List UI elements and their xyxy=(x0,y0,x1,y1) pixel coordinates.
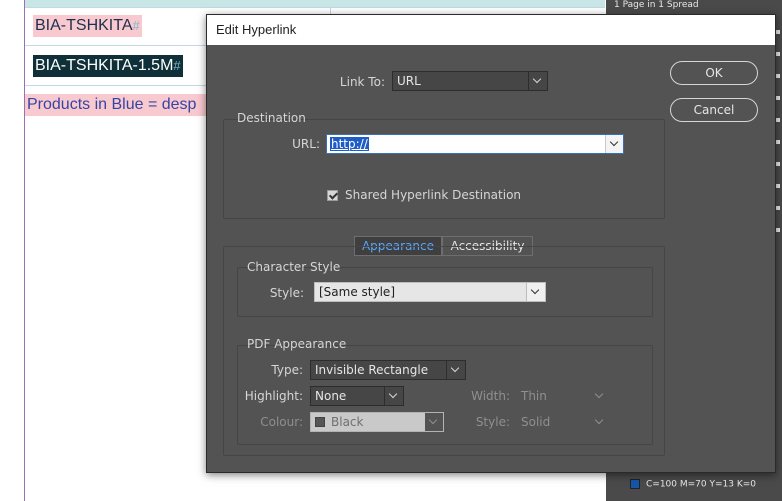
colour-label: Colour: xyxy=(260,415,303,429)
page-margin-guide xyxy=(24,0,25,501)
cancel-button[interactable]: Cancel xyxy=(670,98,758,122)
character-style-value: [Same style] xyxy=(319,285,395,299)
highlight-label: Highlight: xyxy=(244,389,303,403)
cell-text: BIA-TSHKITA xyxy=(35,17,133,34)
pages-panel-status: 1 Page in 1 Spread xyxy=(614,0,699,10)
chevron-down-icon xyxy=(446,361,465,379)
colour-dropdown[interactable]: Black xyxy=(310,412,444,432)
note-text: Products in Blue = desp xyxy=(27,96,197,113)
character-style-dropdown[interactable]: [Same style] xyxy=(314,282,546,302)
chevron-down-icon xyxy=(425,413,443,431)
table-header-strip xyxy=(25,0,605,7)
chevron-down-icon xyxy=(526,283,545,301)
highlight-value: None xyxy=(315,389,347,403)
character-style-label: Style: xyxy=(269,286,304,300)
pdf-appearance-group-label: PDF Appearance xyxy=(247,337,347,351)
width-dropdown[interactable]: Thin xyxy=(516,386,610,406)
shared-destination-checkbox[interactable] xyxy=(327,190,338,201)
edit-hyperlink-dialog: Edit Hyperlink Link To: URL OK Cancel De… xyxy=(206,14,776,473)
type-value: Invisible Rectangle xyxy=(315,363,429,377)
chevron-down-icon[interactable] xyxy=(605,135,623,153)
url-input[interactable]: http:// xyxy=(326,134,624,154)
width-label: Width: xyxy=(471,389,510,403)
chevron-down-icon xyxy=(384,387,403,405)
table-border xyxy=(25,7,605,8)
cell-text: BIA-TSHKITA-1.5M xyxy=(35,57,174,74)
style-value: Solid xyxy=(521,415,551,429)
end-of-story-mark: # xyxy=(132,18,140,33)
chevron-down-icon xyxy=(528,72,547,90)
colour-value: Black xyxy=(331,415,364,429)
link-to-label: Link To: xyxy=(339,75,385,89)
swatch-label: C=100 M=70 Y=13 K=0 xyxy=(646,479,757,490)
swatch-item[interactable]: C=100 M=70 Y=13 K=0 xyxy=(630,479,756,490)
table-cell-sku-selected[interactable]: BIA-TSHKITA-1.5M# xyxy=(33,55,183,77)
url-label: URL: xyxy=(292,137,320,151)
panel-scroll-markers xyxy=(776,30,782,250)
chevron-down-icon xyxy=(591,413,609,431)
link-to-value: URL xyxy=(397,74,421,88)
text-frame-note[interactable]: Products in Blue = desp xyxy=(25,94,212,116)
width-value: Thin xyxy=(521,389,547,403)
shared-destination-label: Shared Hyperlink Destination xyxy=(345,188,522,202)
colour-swatch-icon xyxy=(315,417,325,427)
character-style-group-label: Character Style xyxy=(247,260,341,274)
ok-button[interactable]: OK xyxy=(670,61,758,85)
end-of-story-mark: # xyxy=(173,58,181,73)
style-dropdown[interactable]: Solid xyxy=(516,412,610,432)
style-label: Style: xyxy=(475,415,510,429)
highlight-dropdown[interactable]: None xyxy=(310,386,404,406)
dialog-title: Edit Hyperlink xyxy=(216,22,297,37)
table-cell-sku[interactable]: BIA-TSHKITA# xyxy=(33,15,142,37)
url-value: http:// xyxy=(330,137,369,151)
swatch-color-icon xyxy=(630,479,640,489)
type-label: Type: xyxy=(271,363,303,377)
dialog-title-bar[interactable]: Edit Hyperlink xyxy=(207,15,775,45)
type-dropdown[interactable]: Invisible Rectangle xyxy=(310,360,466,380)
chevron-down-icon xyxy=(591,387,609,405)
link-to-dropdown[interactable]: URL xyxy=(392,71,548,91)
destination-group-label: Destination xyxy=(237,111,306,125)
